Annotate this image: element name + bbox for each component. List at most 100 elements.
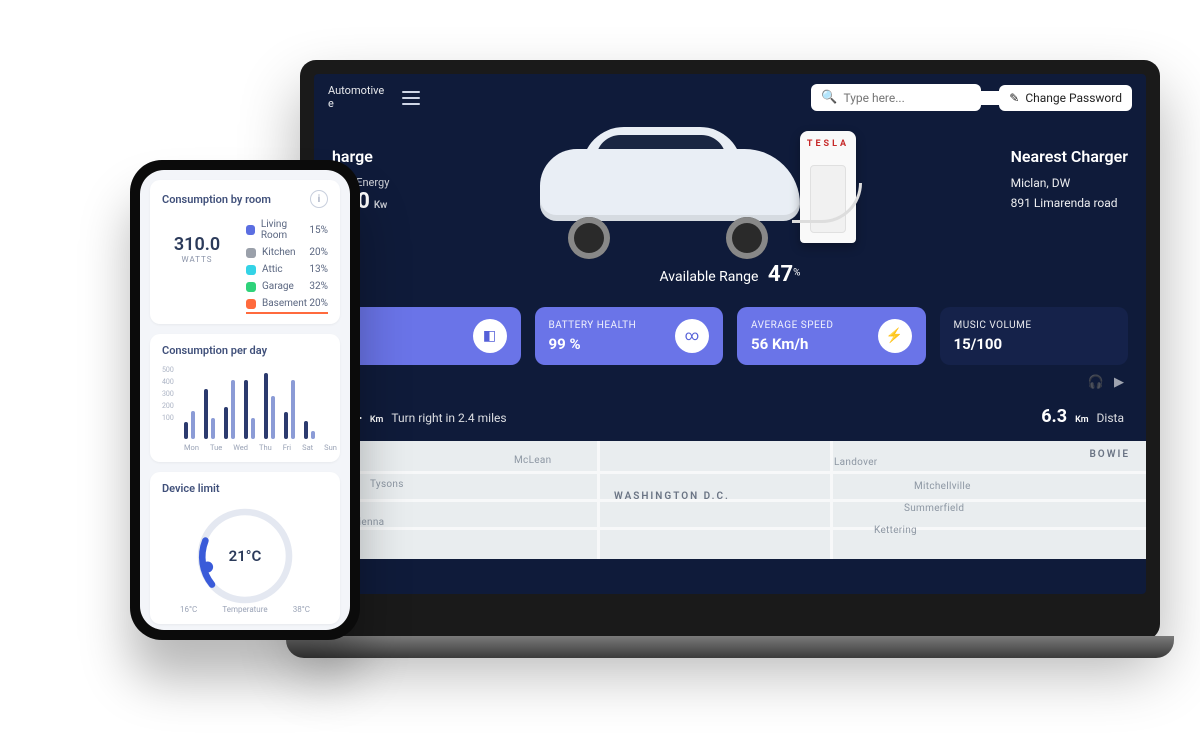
map-label: Summerfield (904, 503, 964, 514)
map-label: Kettering (874, 525, 917, 536)
consumption-per-day-card: Consumption per day 500400300200100 MonT… (150, 334, 340, 462)
x-tick: Mon (184, 443, 199, 452)
map-label: Mitchellville (914, 481, 971, 492)
phone-frame: Consumption by room i 310.0 WATTS Living… (130, 160, 360, 640)
x-tick: Sun (324, 443, 337, 452)
legend-row[interactable]: Kitchen20% (246, 244, 328, 261)
battery-health-icon: ∞ (675, 319, 709, 353)
stat-icon: ◧ (473, 319, 507, 353)
charger-brand: TESLA (800, 139, 856, 149)
bar (264, 373, 268, 439)
stat-card-battery[interactable]: BATTERY HEALTH 99 % ∞ (535, 307, 724, 365)
room-card-title: Consumption by room (162, 193, 271, 206)
bar (204, 389, 208, 439)
nav-next-turn: 2.4Km Turn right in 2.4 miles (336, 406, 507, 427)
legend-room-pct: 20% (309, 298, 328, 309)
search-box[interactable]: 🔍 (811, 84, 981, 111)
map-label: Landover (834, 457, 878, 468)
play-icon[interactable]: ▶ (1114, 375, 1124, 390)
watts-value: 310.0 (162, 234, 232, 255)
stat-label: BATTERY HEALTH (549, 320, 637, 331)
legend-room-name: Kitchen (262, 247, 296, 258)
legend-room-name: Basement (262, 298, 307, 309)
y-tick: 500 (162, 364, 174, 376)
bar (211, 418, 215, 439)
bar-group (204, 389, 215, 439)
menu-icon[interactable] (402, 91, 420, 105)
legend-room-pct: 13% (309, 264, 328, 275)
stat-card-volume[interactable]: MUSIC VOLUME 15/100 (940, 307, 1129, 365)
bar (271, 396, 275, 439)
stat-card-extra[interactable]: ◧ (332, 307, 521, 365)
media-controls: 🎧 ▶ (314, 365, 1146, 390)
app-brand: Automotive e (328, 85, 384, 109)
range-value: 47 (768, 262, 793, 287)
bar (304, 421, 308, 439)
y-tick: 200 (162, 400, 174, 412)
bar-group (264, 373, 275, 439)
legend-color-icon (246, 282, 256, 292)
watts-unit: WATTS (162, 255, 232, 264)
bar-group (244, 380, 255, 439)
y-axis: 500400300200100 (162, 364, 174, 424)
x-tick: Wed (233, 443, 248, 452)
nav-remaining: 6.3Km Dista (1041, 406, 1124, 427)
legend-row[interactable]: Basement20% (246, 295, 328, 314)
legend-row[interactable]: Garage 32% (246, 278, 328, 295)
nearest-title: Nearest Charger (1011, 147, 1128, 166)
bar (311, 431, 315, 439)
automotive-app: Automotive e 🔍 ✎ Change Password harge r… (314, 74, 1146, 594)
nav-dist2-unit: Km (1075, 415, 1088, 425)
total-watts: 310.0 WATTS (162, 234, 232, 264)
stat-label: AVERAGE SPEED (751, 320, 833, 331)
bar-group (224, 380, 235, 439)
bar (284, 412, 288, 439)
map-label: WASHINGTON D.C. (614, 491, 730, 502)
stat-value: 15/100 (954, 335, 1032, 353)
energy-unit: Kw (374, 200, 387, 211)
nav-dist2-label: Dista (1097, 411, 1124, 425)
info-icon[interactable]: i (310, 190, 328, 208)
map-label: Tysons (370, 479, 404, 490)
x-tick: Tue (210, 443, 222, 452)
nearest-line2: 891 Limarenda road (1011, 196, 1128, 210)
brand-line2: e (328, 98, 384, 110)
bar-group (304, 421, 315, 439)
temperature-gauge[interactable]: 21°C (190, 501, 300, 611)
search-input[interactable] (843, 91, 999, 105)
x-axis: MonTueWedThuFriSatSun (162, 439, 328, 452)
legend-room-pct: 15% (309, 225, 328, 236)
map[interactable]: McLean Tysons Vienna WASHINGTON D.C. Lan… (314, 441, 1146, 559)
room-legend: Living Room15%Kitchen20%Attic13%Garage32… (246, 216, 328, 314)
legend-row[interactable]: Living Room15% (246, 216, 328, 244)
search-icon: 🔍 (821, 90, 837, 105)
legend-row[interactable]: Attic13% (246, 261, 328, 278)
nav-instruction: Turn right in 2.4 miles (391, 411, 506, 425)
map-label: BOWIE (1089, 449, 1130, 460)
legend-room-name: Garage (262, 281, 294, 292)
stat-card-speed[interactable]: AVERAGE SPEED 56 Km/h ⚡ (737, 307, 926, 365)
available-range: Available Range 47% (660, 262, 801, 287)
change-password-label: Change Password (1025, 91, 1122, 105)
laptop-frame: Automotive e 🔍 ✎ Change Password harge r… (300, 60, 1160, 640)
x-tick: Fri (283, 443, 291, 452)
navigation-row: 2.4Km Turn right in 2.4 miles 6.3Km Dist… (314, 390, 1146, 433)
limit-card-title: Device limit (162, 482, 328, 495)
x-tick: Thu (259, 443, 272, 452)
stat-label: MUSIC VOLUME (954, 320, 1032, 331)
brand-line1: Automotive (328, 85, 384, 97)
headphones-icon[interactable]: 🎧 (1088, 375, 1104, 390)
smart-home-app: Consumption by room i 310.0 WATTS Living… (140, 170, 350, 630)
legend-color-icon (246, 248, 256, 258)
bar-chart (162, 367, 328, 439)
stats-row: ◧ BATTERY HEALTH 99 % ∞ AVERAGE SPEED 56… (314, 301, 1146, 365)
vehicle-image: TESLA (540, 113, 920, 253)
bar-group (184, 411, 195, 439)
bar (291, 380, 295, 439)
legend-room-pct: 32% (309, 281, 328, 292)
legend-color-icon (246, 265, 256, 275)
hero-section: harge rage Energy 300 Kw TESLA Ava (314, 121, 1146, 301)
change-password-button[interactable]: ✎ Change Password (999, 85, 1132, 111)
y-tick: 100 (162, 412, 174, 424)
bar (231, 380, 235, 439)
